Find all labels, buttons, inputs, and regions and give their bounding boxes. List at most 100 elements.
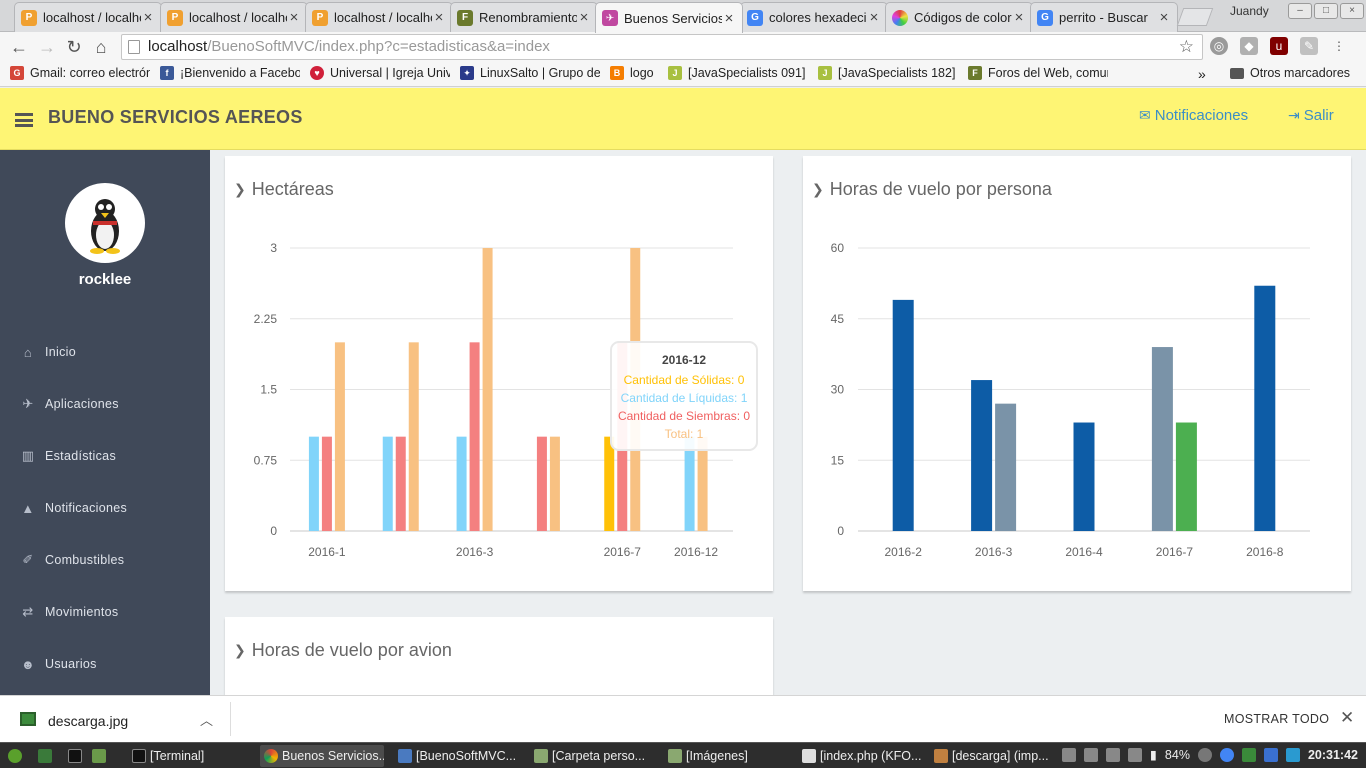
new-tab-button[interactable] <box>1176 8 1214 26</box>
bookmarks-overflow-button[interactable]: » <box>1198 66 1206 82</box>
profile-badge[interactable]: Juandy <box>1230 4 1269 18</box>
folder-icon <box>668 749 682 763</box>
close-icon[interactable]: × <box>141 9 155 26</box>
avatar[interactable] <box>65 183 145 263</box>
other-bookmarks-folder[interactable]: Otros marcadores <box>1230 66 1350 80</box>
dropbox-icon[interactable]: ◆ <box>1240 37 1258 55</box>
update-icon[interactable] <box>1285 747 1300 762</box>
bookmark-star-icon[interactable]: ☆ <box>1179 35 1194 59</box>
sidebar-item-aplicaciones[interactable]: ✈ Aplicaciones <box>0 378 210 430</box>
taskbar-item[interactable]: [BuenoSoftMVC... <box>394 745 522 767</box>
pen-icon[interactable] <box>1106 747 1121 762</box>
bookmark-item[interactable]: J [JavaSpecialists 091] <box>668 66 808 80</box>
tab-title: perrito - Buscar <box>1059 10 1148 25</box>
browser-tab[interactable]: Códigos de colores× <box>885 2 1033 32</box>
dropbox-icon[interactable] <box>1263 747 1278 762</box>
taskbar-item[interactable]: [descarga] (imp... <box>930 745 1058 767</box>
download-filename[interactable]: descarga.jpg <box>48 713 128 729</box>
sidebar-item-label: Inicio <box>45 345 76 359</box>
browser-tab-strip: Plocalhost / localhost× Plocalhost / loc… <box>0 0 1366 33</box>
back-icon[interactable]: ← <box>8 37 30 57</box>
forward-icon[interactable]: → <box>36 37 58 57</box>
browser-tab[interactable]: Gperrito - Buscar × <box>1030 2 1178 32</box>
bar <box>604 436 615 531</box>
fuel-drop-icon: ✐ <box>22 552 34 567</box>
browser-tab[interactable]: F Renombramiento × <box>450 2 598 32</box>
browser-tab[interactable]: Plocalhost / localhost× <box>160 2 308 32</box>
taskbar-item-active[interactable]: Buenos Servicios... <box>260 745 384 767</box>
bookmark-item[interactable]: f ¡Bienvenido a Facebook <box>160 66 300 80</box>
bookmark-item[interactable]: ✦ LinuxSalto | Grupo de <box>460 66 600 80</box>
notification-icon[interactable] <box>1197 747 1212 762</box>
browser-tab[interactable]: Gcolores hexadecimales× <box>740 2 888 32</box>
user-icon[interactable] <box>1062 747 1077 762</box>
close-icon[interactable]: × <box>432 9 446 26</box>
x-tick-label: 2016-3 <box>975 545 1013 559</box>
close-icon[interactable]: × <box>287 9 301 26</box>
other-bookmarks-label: Otros marcadores <box>1250 66 1351 80</box>
sidebar-item-combustibles[interactable]: ✐ Combustibles <box>0 534 210 586</box>
bookmark-label: [JavaSpecialists 091] <box>688 66 806 80</box>
sidebar-item-estadisticas[interactable]: ▥ Estadísticas <box>0 430 210 482</box>
sidebar-item-usuarios[interactable]: ☻ Usuarios <box>0 638 210 690</box>
logout-link[interactable]: ⇥ Salir <box>1288 107 1334 124</box>
close-icon[interactable]: ✕ <box>1340 708 1354 728</box>
clock: 20:31:42 <box>1307 747 1358 762</box>
taskbar-item[interactable]: [Imágenes] <box>664 745 792 767</box>
notifications-link[interactable]: ✉ Notificaciones <box>1139 107 1248 124</box>
system-tray: ▮ 84% 20:31:42 <box>1062 747 1358 762</box>
sidebar-item-movimientos[interactable]: ⇄ Movimientos <box>0 586 210 638</box>
close-icon[interactable]: × <box>867 9 881 26</box>
bookmark-item[interactable]: G Gmail: correo electrónico <box>10 66 150 80</box>
maximize-button[interactable]: □ <box>1314 3 1338 19</box>
taskbar-item-label: [Terminal] <box>150 749 205 763</box>
reload-icon[interactable]: ↻ <box>63 37 85 57</box>
browser-tab[interactable]: Plocalhost / localhost× <box>305 2 453 32</box>
bookmark-item[interactable]: Blogo <box>610 66 670 80</box>
virtualbox-icon <box>398 749 412 763</box>
taskbar-item[interactable]: [Carpeta perso... <box>530 745 658 767</box>
mint-menu-icon[interactable] <box>4 745 30 767</box>
extension-icon[interactable]: ◎ <box>1210 37 1228 55</box>
taskbar-item[interactable]: [index.php (KFO... <box>798 745 926 767</box>
username: rocklee <box>78 271 132 288</box>
sidebar-item-notificaciones[interactable]: ▲ Notificaciones <box>0 482 210 534</box>
close-icon[interactable]: × <box>722 10 736 27</box>
files-launcher-icon[interactable] <box>88 745 114 767</box>
hamburger-menu-icon[interactable] <box>15 113 33 127</box>
bookmark-item[interactable]: ♥ Universal | Igreja Universal <box>310 66 450 80</box>
sidebar-item-inicio[interactable]: ⌂ Inicio <box>0 326 210 378</box>
y-tick-label: 3 <box>270 241 277 255</box>
browser-tab-active[interactable]: ✈ Buenos Servicios × <box>595 2 743 33</box>
sign-out-icon: ⇥ <box>1288 107 1300 123</box>
exchange-icon: ⇄ <box>22 604 34 619</box>
bookmark-item[interactable]: J [JavaSpecialists 182] <box>818 66 958 80</box>
pencil-icon[interactable]: ✎ <box>1300 37 1318 55</box>
bar <box>382 436 393 531</box>
shield-icon[interactable] <box>1241 747 1256 762</box>
ublock-icon[interactable]: u <box>1270 37 1288 55</box>
volume-icon[interactable] <box>1128 747 1143 762</box>
bookmark-item[interactable]: F Foros del Web, comunidad <box>968 66 1108 80</box>
home-icon[interactable]: ⌂ <box>90 37 112 57</box>
browser-tab[interactable]: Plocalhost / localhost× <box>14 2 162 32</box>
battery-icon[interactable]: ▮ <box>1150 747 1157 762</box>
close-icon[interactable]: × <box>1157 9 1171 26</box>
close-icon[interactable]: × <box>577 9 591 26</box>
chrome-tray-icon[interactable] <box>1219 747 1234 762</box>
minimize-button[interactable]: – <box>1288 3 1312 19</box>
close-icon[interactable]: × <box>1012 9 1026 26</box>
bar <box>1151 347 1173 531</box>
show-desktop-icon[interactable] <box>34 745 60 767</box>
menu-dots-icon[interactable]: ⋮ <box>1330 37 1348 55</box>
address-bar[interactable]: localhost/BuenoSoftMVC/index.php?c=estad… <box>121 34 1203 60</box>
close-window-button[interactable]: × <box>1340 3 1364 19</box>
terminal-launcher-icon[interactable] <box>64 745 90 767</box>
network-icon[interactable] <box>1084 747 1099 762</box>
tooltip-line: Total: 1 <box>665 427 704 441</box>
taskbar-item[interactable]: [Terminal] <box>128 745 252 767</box>
show-all-downloads-button[interactable]: MOSTRAR TODO <box>1224 712 1329 726</box>
terminal-icon <box>68 749 82 763</box>
chevron-up-icon[interactable]: ︿ <box>200 710 213 729</box>
sidebar: rocklee ⌂ Inicio ✈ Aplicaciones ▥ Estadísti… <box>0 150 210 695</box>
